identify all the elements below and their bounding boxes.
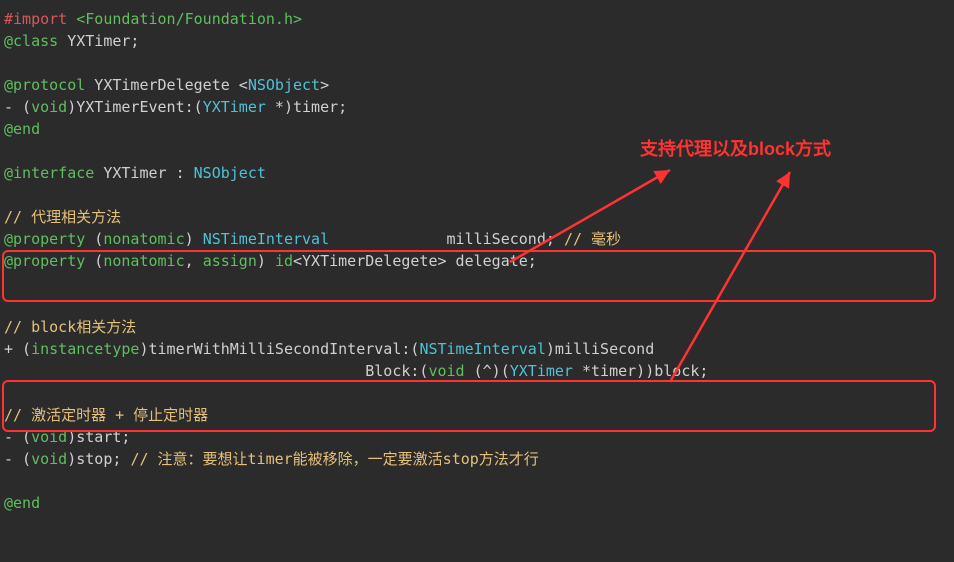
comment-stop-note: // 注意：要想让timer能被移除，一定要激活stop方法才行 <box>130 450 538 468</box>
import-keyword: #import <box>4 10 76 28</box>
code-block: #import <Foundation/Foundation.h> @class… <box>0 0 954 522</box>
protocol-keyword: @protocol <box>4 76 85 94</box>
class-name: YXTimer; <box>58 32 139 50</box>
nsobject-type: NSObject <box>248 76 320 94</box>
yxtimer-type: YXTimer <box>203 98 266 116</box>
end-keyword: @end <box>4 120 40 138</box>
comment-ms: // 毫秒 <box>564 230 621 248</box>
comment-block: // block相关方法 <box>4 318 136 336</box>
nsobject-type: NSObject <box>194 164 266 182</box>
void-type: void <box>31 98 67 116</box>
annotation-text: 支持代理以及block方式 <box>640 135 831 161</box>
comment-activate: // 激活定时器 + 停止定时器 <box>4 406 208 424</box>
end-keyword: @end <box>4 494 40 512</box>
import-path: <Foundation/Foundation.h> <box>76 10 302 28</box>
nstimeinterval-type: NSTimeInterval <box>203 230 329 248</box>
instancetype-keyword: instancetype <box>31 340 139 358</box>
property-keyword: @property <box>4 252 85 270</box>
class-keyword: @class <box>4 32 58 50</box>
property-keyword: @property <box>4 230 85 248</box>
comment-delegate: // 代理相关方法 <box>4 208 121 226</box>
interface-keyword: @interface <box>4 164 94 182</box>
protocol-decl: YXTimerDelegete < <box>85 76 248 94</box>
